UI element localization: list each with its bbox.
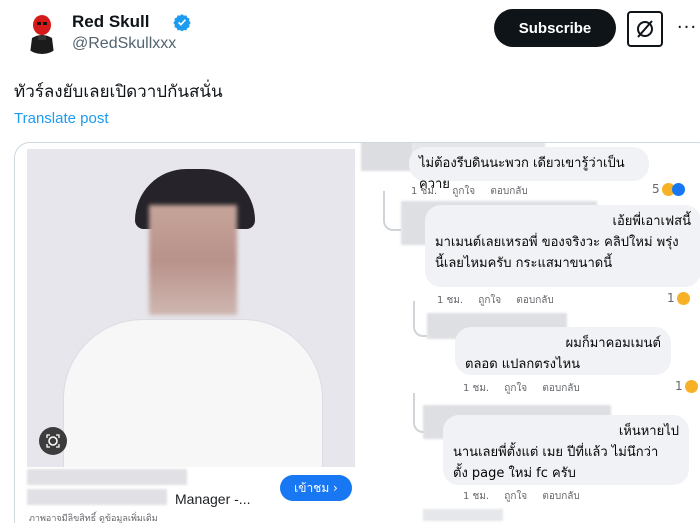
thread-line	[413, 301, 427, 337]
display-name[interactable]: Red Skull	[72, 12, 149, 32]
reply-link[interactable]: ตอบกลับ	[542, 383, 579, 394]
handle[interactable]: @RedSkullxxx	[72, 35, 176, 53]
like-emoji-icon	[671, 182, 685, 196]
comment-line: ตลอด แปลกตรงไหน	[465, 357, 581, 372]
comment-time: 1 ชม.	[463, 383, 490, 394]
comment-bubble: ผมก็มาคอมเมนต์ ตลอด แปลกตรงไหน	[455, 327, 671, 375]
avatar[interactable]	[20, 10, 64, 54]
reaction-count[interactable]: 1	[667, 291, 690, 305]
comment-time: 1 ชม.	[411, 186, 438, 197]
ad-footer: Manager -... เข้าชม › ภาพอาจมีลิขสิทธิ์ …	[27, 467, 357, 523]
like-link[interactable]: ถูกใจ	[452, 186, 475, 197]
reaction-number: 5	[652, 182, 660, 196]
haha-emoji-icon	[684, 379, 698, 393]
comment-bubble: เอ้ยพี่เอาเฟสนี้ มาเมนต์เลยเหรอพี่ ของจร…	[425, 205, 700, 287]
reaction-number: 1	[667, 291, 675, 305]
reply-link[interactable]: ตอบกลับ	[490, 186, 527, 197]
comment-line: นานเลยพี่ตั้งแต่ เมย ปีที่แล้ว ไม่นึกว่า	[453, 445, 659, 460]
blurred-avatar	[361, 143, 413, 171]
reply-link[interactable]: ตอบกลับ	[542, 491, 579, 502]
slashed-square-icon[interactable]	[627, 11, 663, 47]
comment-line: ตั้ง page ใหม่ fc ครับ	[453, 466, 576, 481]
comment-line: นี้เลยไหมครับ กระแสมาขนาดนี้	[435, 256, 613, 271]
like-link[interactable]: ถูกใจ	[504, 491, 527, 502]
comment-time: 1 ชม.	[463, 491, 490, 502]
ad-photo	[27, 149, 355, 467]
comment-meta: 1 ชม. ถูกใจ ตอบกลับ	[463, 489, 592, 504]
ad-title: Manager -...	[175, 491, 251, 507]
blurred-face	[149, 205, 237, 315]
reaction-count[interactable]: 5	[652, 182, 685, 196]
ad-footnote: ภาพอาจมีลิขสิทธิ์ ดูข้อมูลเพิ่มเติม	[29, 514, 158, 523]
comment-line: เห็นหายไป	[618, 424, 679, 439]
lens-icon[interactable]	[39, 427, 67, 455]
reaction-count[interactable]: 1	[675, 379, 698, 393]
comment-time: 1 ชม.	[437, 295, 464, 306]
haha-emoji-icon	[676, 291, 690, 305]
reaction-number: 1	[675, 379, 683, 393]
thread-line	[383, 191, 401, 231]
blurred-text	[423, 509, 503, 521]
shirt-shape	[63, 319, 323, 467]
comment-meta: 1 ชม. ถูกใจ ตอบกลับ	[411, 184, 540, 199]
blurred-text	[27, 469, 187, 485]
comment-bubble: เห็นหายไป นานเลยพี่ตั้งแต่ เมย ปีที่แล้ว…	[443, 415, 689, 485]
post-media[interactable]: Manager -... เข้าชม › ภาพอาจมีลิขสิทธิ์ …	[14, 142, 700, 523]
like-link[interactable]: ถูกใจ	[478, 295, 501, 306]
comment-line: มาเมนต์เลยเหรอพี่ ของจริงวะ คลิปใหม่ พรุ…	[435, 235, 679, 250]
subscribe-button[interactable]: Subscribe	[494, 9, 616, 47]
translate-post-link[interactable]: Translate post	[14, 110, 109, 127]
comment-meta: 1 ชม. ถูกใจ ตอบกลับ	[463, 381, 592, 396]
like-link[interactable]: ถูกใจ	[504, 383, 527, 394]
post-header: Red Skull @RedSkullxxx Subscribe ···	[18, 8, 700, 60]
post-text: ทัวร์ลงยับเลยเปิดวาปกันสนั่น	[14, 82, 223, 102]
blurred-text	[27, 489, 167, 505]
comment-meta: 1 ชม. ถูกใจ ตอบกลับ	[437, 293, 566, 308]
comment-bubble: ไม่ต้องรีบดินนะพวก เดียวเขารู้ว่าเป็นควา…	[409, 147, 649, 192]
comment-line: เอ้ยพี่เอาเฟสนี้	[612, 214, 691, 229]
comment-line: ผมก็มาคอมเมนต์	[565, 336, 661, 351]
more-icon[interactable]: ···	[672, 12, 700, 42]
reply-link[interactable]: ตอบกลับ	[516, 295, 553, 306]
verified-badge-icon	[173, 13, 191, 32]
visit-button[interactable]: เข้าชม ›	[280, 475, 352, 501]
